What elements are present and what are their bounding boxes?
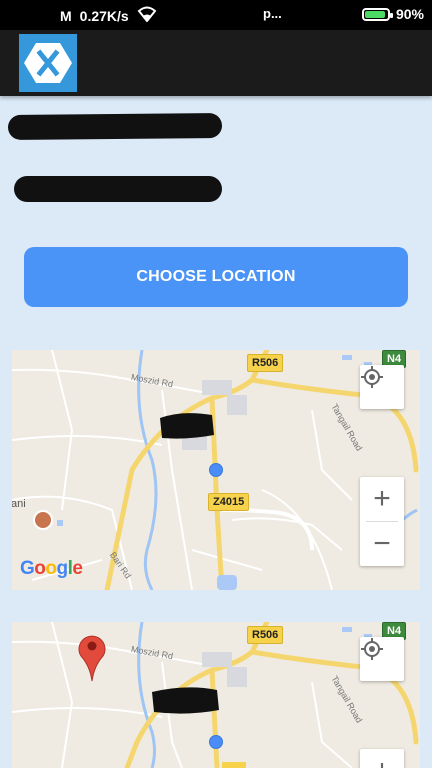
zoom-controls: + <box>360 749 404 768</box>
battery-level <box>364 10 385 18</box>
wifi-icon <box>137 6 157 25</box>
map-label-r506: R506 <box>247 626 284 644</box>
current-location-dot <box>209 735 223 749</box>
current-location-dot <box>209 463 223 477</box>
choose-location-button[interactable]: CHOOSE LOCATION <box>24 247 408 307</box>
zoom-in-button[interactable]: + <box>360 477 404 521</box>
map-view-2[interactable]: R506 N4 Moszid Rd Tangail Road + <box>12 622 420 768</box>
my-location-button[interactable] <box>360 637 404 681</box>
status-center-text: p... <box>263 6 282 21</box>
battery-percent: 90% <box>395 6 424 22</box>
redacted-text-1 <box>7 113 223 140</box>
xamarin-logo-icon <box>19 34 77 92</box>
status-bar: M 0.27K/s p... 90% <box>0 0 432 30</box>
zoom-controls: + − <box>360 477 404 566</box>
carrier-text: M <box>60 7 72 24</box>
place-label-partial: ani <box>12 498 26 510</box>
zoom-out-button[interactable]: − <box>360 522 404 566</box>
crosshair-icon <box>361 638 383 660</box>
my-location-button[interactable] <box>360 365 404 409</box>
map-label-z4015: Z4015 <box>208 493 250 511</box>
map-label-r506: R506 <box>247 354 284 372</box>
zoom-in-button[interactable]: + <box>360 749 404 768</box>
crosshair-icon <box>361 366 383 388</box>
map-view-1[interactable]: R506 N4 Z4015 Moszid Rd Tangail Road Bar… <box>12 350 420 590</box>
app-bar <box>0 30 432 96</box>
google-logo: Google <box>20 558 83 579</box>
restaurant-marker-icon <box>33 510 53 530</box>
redacted-text-2 <box>14 176 222 202</box>
network-speed: 0.27K/s <box>79 7 129 24</box>
battery-icon <box>361 7 393 21</box>
status-right: 90% <box>361 6 424 22</box>
status-left: M 0.27K/s <box>60 6 157 25</box>
